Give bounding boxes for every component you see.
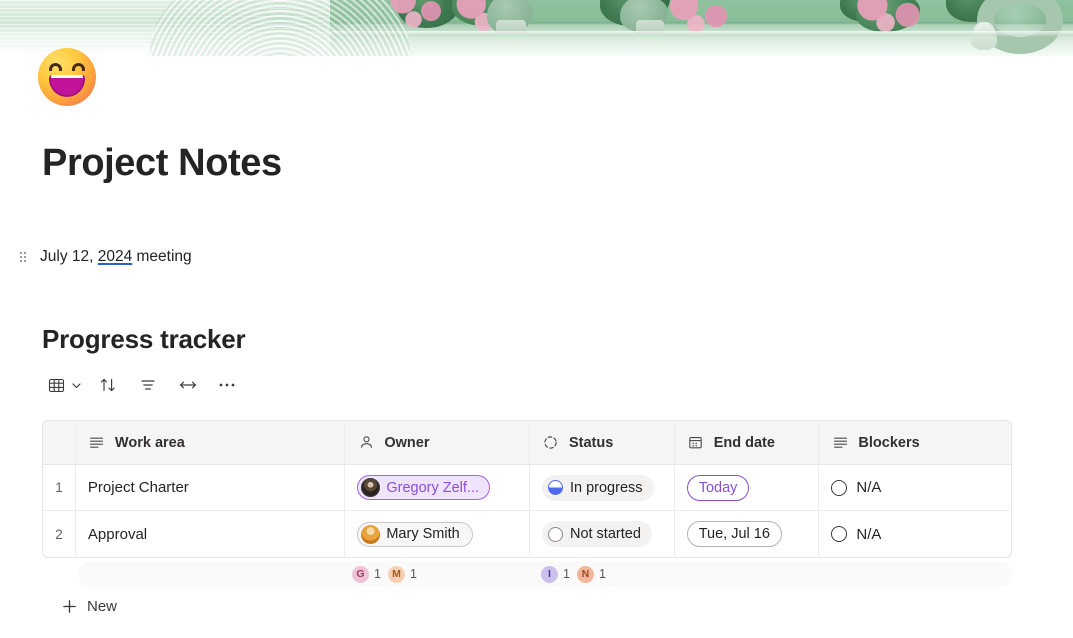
summary-status-group[interactable]: I 1 N 1 — [541, 561, 606, 587]
blockers-value-wrap[interactable]: N/A — [831, 526, 881, 543]
status-label: Not started — [569, 526, 641, 542]
paragraph-block[interactable]: July 12, 2024 meeting — [16, 244, 616, 270]
row-number: 1 — [43, 465, 76, 510]
work-area-value: Approval — [87, 525, 148, 543]
emoji-eye-left — [49, 63, 62, 71]
column-header-label: Status — [568, 434, 614, 451]
row-number: 2 — [43, 511, 76, 557]
summary-badge-count: 1 — [409, 567, 417, 581]
status-pill[interactable]: Not started — [541, 521, 652, 547]
table-row[interactable]: 1 Project Charter Gregory Zelf... In pro… — [43, 465, 1011, 511]
summary-owner-group[interactable]: G 1 M 1 — [352, 561, 417, 587]
cell-end-date[interactable]: Tue, Jul 16 — [675, 511, 820, 557]
cell-blockers[interactable]: N/A — [819, 465, 1011, 510]
column-header-label: Work area — [114, 434, 185, 451]
table-header-row: Work area Owner Status End date Blockers — [43, 421, 1011, 465]
add-new-row-button[interactable]: New — [60, 593, 117, 619]
empty-circle-icon — [547, 526, 563, 542]
summary-badge-initial: G — [352, 565, 369, 583]
summary-badge-count: 1 — [563, 567, 570, 581]
table-view-icon[interactable] — [44, 372, 68, 398]
owner-pill[interactable]: Mary Smith — [357, 521, 473, 547]
owner-pill[interactable]: Gregory Zelf... — [357, 475, 491, 500]
banner-vase — [971, 22, 997, 50]
end-date-pill[interactable]: Tue, Jul 16 — [686, 521, 782, 547]
drag-handle-icon[interactable] — [16, 249, 30, 265]
blockers-value-wrap[interactable]: N/A — [831, 479, 881, 496]
summary-badge-initial: I — [541, 565, 558, 583]
calendar-icon — [687, 434, 705, 452]
blockers-value: N/A — [856, 525, 882, 543]
half-filled-circle-icon — [547, 480, 563, 495]
column-header-label: Owner — [384, 434, 430, 451]
sort-icon[interactable] — [94, 372, 122, 398]
text-lines-icon — [88, 434, 106, 452]
summary-item[interactable]: N 1 — [576, 565, 606, 583]
progress-tracker-table: Work area Owner Status End date Blockers… — [42, 420, 1012, 558]
paragraph-prefix: July 12, — [40, 248, 98, 265]
status-label: In progress — [569, 479, 643, 496]
column-header-label: Blockers — [858, 434, 920, 451]
summary-item[interactable]: G 1 — [352, 565, 381, 583]
header-row-number — [43, 421, 76, 464]
drag-dots-icon — [19, 251, 27, 263]
emoji-eye-right — [72, 63, 85, 71]
page-banner-image — [0, 0, 1073, 56]
dashed-circle-icon — [542, 434, 560, 452]
section-heading[interactable]: Progress tracker — [42, 324, 246, 355]
work-area-value: Project Charter — [87, 479, 189, 496]
cell-end-date[interactable]: Today — [675, 465, 820, 510]
text-lines-icon — [831, 434, 849, 452]
summary-badge-initial: M — [387, 565, 405, 583]
mary-avatar — [361, 524, 381, 544]
summary-item[interactable]: M 1 — [387, 565, 417, 583]
cell-owner[interactable]: Mary Smith — [345, 511, 530, 557]
column-header-end-date[interactable]: End date — [675, 421, 820, 464]
empty-circle-icon — [831, 479, 848, 496]
spellcheck-word[interactable]: 2024 — [98, 248, 132, 265]
emoji-mouth — [49, 75, 85, 97]
summary-badge-count: 1 — [598, 567, 606, 581]
summary-badge-count: 1 — [374, 567, 381, 581]
owner-name: Mary Smith — [386, 526, 460, 542]
column-header-work-area[interactable]: Work area — [76, 421, 346, 464]
table-toolbar — [44, 372, 240, 398]
column-header-blockers[interactable]: Blockers — [819, 421, 1011, 464]
page-root: Project Notes July 12, 2024 meeting Prog… — [0, 0, 1073, 638]
column-header-owner[interactable]: Owner — [345, 421, 530, 464]
paragraph-text[interactable]: July 12, 2024 meeting — [40, 248, 192, 266]
summary-badge-initial: N — [576, 565, 594, 583]
cell-status[interactable]: Not started — [530, 511, 675, 557]
cell-work-area[interactable]: Approval — [76, 511, 346, 557]
end-date-pill[interactable]: Today — [686, 474, 750, 501]
status-pill[interactable]: In progress — [541, 474, 654, 501]
owner-name: Gregory Zelf... — [386, 479, 480, 496]
blockers-value: N/A — [856, 479, 882, 496]
paragraph-suffix: meeting — [132, 248, 192, 265]
photo-avatar — [361, 478, 381, 497]
table-row[interactable]: 2 Approval Mary Smith Not started Tue, J… — [43, 511, 1011, 557]
cell-status[interactable]: In progress — [530, 465, 675, 510]
banner-swirl-pattern — [150, 0, 410, 56]
more-options-icon[interactable] — [214, 372, 240, 398]
chevron-down-icon[interactable] — [68, 372, 84, 398]
table-summary-bar: G 1 M 1 I 1 N 1 — [78, 561, 1012, 587]
summary-item[interactable]: I 1 — [541, 565, 570, 583]
add-new-row-label: New — [87, 597, 118, 615]
column-header-label: End date — [713, 434, 775, 451]
plus-icon — [60, 597, 78, 615]
cell-work-area[interactable]: Project Charter — [76, 465, 346, 510]
person-icon — [357, 434, 375, 452]
grinning-face-emoji — [38, 48, 96, 106]
column-header-status[interactable]: Status — [530, 421, 675, 464]
cell-blockers[interactable]: N/A — [819, 511, 1011, 557]
cell-owner[interactable]: Gregory Zelf... — [345, 465, 530, 510]
page-emoji-icon[interactable] — [38, 48, 96, 106]
empty-circle-icon — [831, 526, 848, 542]
page-title[interactable]: Project Notes — [42, 142, 282, 185]
filter-icon[interactable] — [134, 372, 162, 398]
fit-width-icon[interactable] — [174, 372, 202, 398]
